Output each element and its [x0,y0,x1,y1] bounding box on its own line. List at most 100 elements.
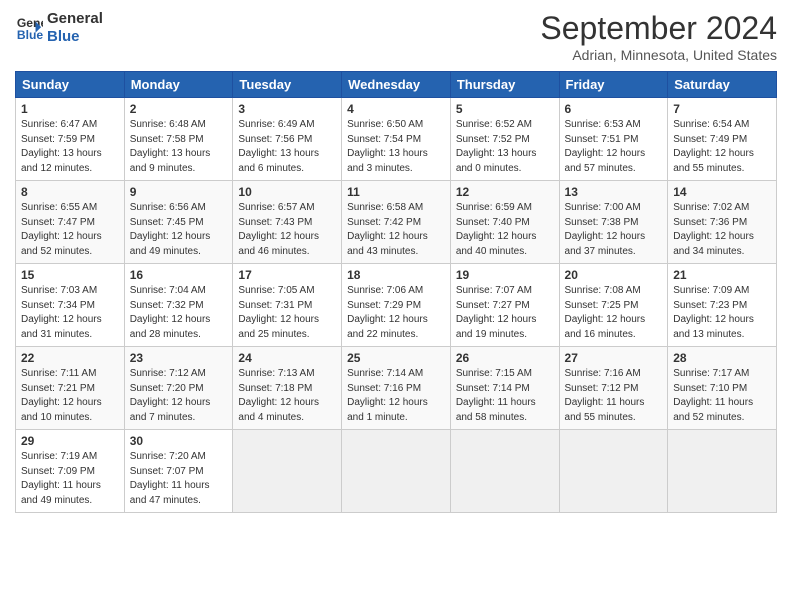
col-header-wednesday: Wednesday [342,72,451,98]
logo-line2: Blue [47,28,103,46]
day-cell-19: 19Sunrise: 7:07 AM Sunset: 7:27 PM Dayli… [450,264,559,347]
empty-cell [342,430,451,513]
day-number-8: 8 [21,185,119,199]
day-number-21: 21 [673,268,771,282]
day-info-29: Sunrise: 7:19 AM Sunset: 7:09 PM Dayligh… [21,450,119,508]
day-info-7: Sunrise: 6:54 AM Sunset: 7:49 PM Dayligh… [673,118,771,176]
svg-text:Blue: Blue [17,28,43,42]
day-cell-30: 30 Sunrise: 7:20 AM Sunset: 7:07 PM Dayli… [124,430,233,513]
day-cell-25: 25 Sunrise: 7:14 AM Sunset: 7:16 PM Dayli… [342,347,451,430]
day-info-4: Sunrise: 6:50 AM Sunset: 7:54 PM Dayligh… [347,118,445,176]
day-cell-9: 9 Sunrise: 6:56 AM Sunset: 7:45 PM Daylig… [124,181,233,264]
day-cell-6: 6 Sunrise: 6:53 AM Sunset: 7:51 PM Daylig… [559,98,668,181]
day-info-3: Sunrise: 6:49 AM Sunset: 7:56 PM Dayligh… [238,118,336,176]
day-info-1: Sunrise: 6:47 AM Sunset: 7:59 PM Dayligh… [21,118,119,176]
calendar-table: SundayMondayTuesdayWednesdayThursdayFrid… [15,71,777,513]
day-number-16: 16 [130,268,228,282]
day-number-27: 27 [565,351,663,365]
day-number-7: 7 [673,102,771,116]
day-info-10: Sunrise: 6:57 AM Sunset: 7:43 PM Dayligh… [238,201,336,259]
day-info-5: Sunrise: 6:52 AM Sunset: 7:52 PM Dayligh… [456,118,554,176]
day-cell-10: 10Sunrise: 6:57 AM Sunset: 7:43 PM Dayli… [233,181,342,264]
day-info-12: Sunrise: 6:59 AM Sunset: 7:40 PM Dayligh… [456,201,554,259]
day-cell-18: 18Sunrise: 7:06 AM Sunset: 7:29 PM Dayli… [342,264,451,347]
day-info-13: Sunrise: 7:00 AM Sunset: 7:38 PM Dayligh… [565,201,663,259]
col-header-tuesday: Tuesday [233,72,342,98]
day-cell-2: 2 Sunrise: 6:48 AM Sunset: 7:58 PM Daylig… [124,98,233,181]
day-info-11: Sunrise: 6:58 AM Sunset: 7:42 PM Dayligh… [347,201,445,259]
day-cell-27: 27 Sunrise: 7:16 AM Sunset: 7:12 PM Dayli… [559,347,668,430]
day-number-3: 3 [238,102,336,116]
empty-cell [668,430,777,513]
day-info-26: Sunrise: 7:15 AM Sunset: 7:14 PM Dayligh… [456,367,554,425]
empty-cell [233,430,342,513]
logo-icon: General Blue [15,14,43,42]
day-cell-13: 13 Sunrise: 7:00 AM Sunset: 7:38 PM Dayli… [559,181,668,264]
day-number-6: 6 [565,102,663,116]
day-cell-12: 12 Sunrise: 6:59 AM Sunset: 7:40 PM Dayli… [450,181,559,264]
col-header-thursday: Thursday [450,72,559,98]
day-info-9: Sunrise: 6:56 AM Sunset: 7:45 PM Dayligh… [130,201,228,259]
empty-cell [450,430,559,513]
empty-cell [559,430,668,513]
day-info-28: Sunrise: 7:17 AM Sunset: 7:10 PM Dayligh… [673,367,771,425]
day-cell-11: 11 Sunrise: 6:58 AM Sunset: 7:42 PM Dayli… [342,181,451,264]
day-number-28: 28 [673,351,771,365]
day-cell-4: 4Sunrise: 6:50 AM Sunset: 7:54 PM Daylig… [342,98,451,181]
logo-line1: General [47,10,103,28]
day-info-16: Sunrise: 7:04 AM Sunset: 7:32 PM Dayligh… [130,284,228,342]
day-number-11: 11 [347,185,445,199]
day-cell-22: 22 Sunrise: 7:11 AM Sunset: 7:21 PM Dayli… [16,347,125,430]
day-cell-21: 21Sunrise: 7:09 AM Sunset: 7:23 PM Dayli… [668,264,777,347]
day-info-17: Sunrise: 7:05 AM Sunset: 7:31 PM Dayligh… [238,284,336,342]
day-number-29: 29 [21,434,119,448]
day-info-20: Sunrise: 7:08 AM Sunset: 7:25 PM Dayligh… [565,284,663,342]
day-info-25: Sunrise: 7:14 AM Sunset: 7:16 PM Dayligh… [347,367,445,425]
day-cell-26: 26 Sunrise: 7:15 AM Sunset: 7:14 PM Dayli… [450,347,559,430]
day-number-25: 25 [347,351,445,365]
day-cell-16: 16 Sunrise: 7:04 AM Sunset: 7:32 PM Dayli… [124,264,233,347]
day-number-2: 2 [130,102,228,116]
day-number-13: 13 [565,185,663,199]
col-header-saturday: Saturday [668,72,777,98]
day-info-30: Sunrise: 7:20 AM Sunset: 7:07 PM Dayligh… [130,450,228,508]
day-cell-8: 8 Sunrise: 6:55 AM Sunset: 7:47 PM Daylig… [16,181,125,264]
day-cell-7: 7 Sunrise: 6:54 AM Sunset: 7:49 PM Daylig… [668,98,777,181]
day-number-5: 5 [456,102,554,116]
col-header-friday: Friday [559,72,668,98]
day-number-20: 20 [565,268,663,282]
day-number-17: 17 [238,268,336,282]
location-title: Adrian, Minnesota, United States [540,47,777,63]
day-number-15: 15 [21,268,119,282]
day-number-22: 22 [21,351,119,365]
day-info-23: Sunrise: 7:12 AM Sunset: 7:20 PM Dayligh… [130,367,228,425]
day-info-27: Sunrise: 7:16 AM Sunset: 7:12 PM Dayligh… [565,367,663,425]
day-cell-1: 1 Sunrise: 6:47 AM Sunset: 7:59 PM Daylig… [16,98,125,181]
day-cell-15: 15 Sunrise: 7:03 AM Sunset: 7:34 PM Dayli… [16,264,125,347]
day-number-9: 9 [130,185,228,199]
day-info-22: Sunrise: 7:11 AM Sunset: 7:21 PM Dayligh… [21,367,119,425]
title-block: September 2024 Adrian, Minnesota, United… [540,10,777,63]
day-cell-5: 5 Sunrise: 6:52 AM Sunset: 7:52 PM Daylig… [450,98,559,181]
day-number-12: 12 [456,185,554,199]
day-number-30: 30 [130,434,228,448]
logo: General Blue General Blue [15,10,103,46]
day-info-24: Sunrise: 7:13 AM Sunset: 7:18 PM Dayligh… [238,367,336,425]
month-title: September 2024 [540,10,777,47]
day-cell-3: 3 Sunrise: 6:49 AM Sunset: 7:56 PM Daylig… [233,98,342,181]
day-cell-24: 24Sunrise: 7:13 AM Sunset: 7:18 PM Dayli… [233,347,342,430]
day-info-6: Sunrise: 6:53 AM Sunset: 7:51 PM Dayligh… [565,118,663,176]
day-info-15: Sunrise: 7:03 AM Sunset: 7:34 PM Dayligh… [21,284,119,342]
day-cell-23: 23Sunrise: 7:12 AM Sunset: 7:20 PM Dayli… [124,347,233,430]
day-cell-14: 14Sunrise: 7:02 AM Sunset: 7:36 PM Dayli… [668,181,777,264]
day-cell-20: 20 Sunrise: 7:08 AM Sunset: 7:25 PM Dayli… [559,264,668,347]
day-number-1: 1 [21,102,119,116]
day-info-8: Sunrise: 6:55 AM Sunset: 7:47 PM Dayligh… [21,201,119,259]
day-number-26: 26 [456,351,554,365]
day-cell-29: 29 Sunrise: 7:19 AM Sunset: 7:09 PM Dayli… [16,430,125,513]
col-header-sunday: Sunday [16,72,125,98]
day-info-14: Sunrise: 7:02 AM Sunset: 7:36 PM Dayligh… [673,201,771,259]
header: General Blue General Blue September 2024… [15,10,777,63]
day-info-2: Sunrise: 6:48 AM Sunset: 7:58 PM Dayligh… [130,118,228,176]
day-info-19: Sunrise: 7:07 AM Sunset: 7:27 PM Dayligh… [456,284,554,342]
